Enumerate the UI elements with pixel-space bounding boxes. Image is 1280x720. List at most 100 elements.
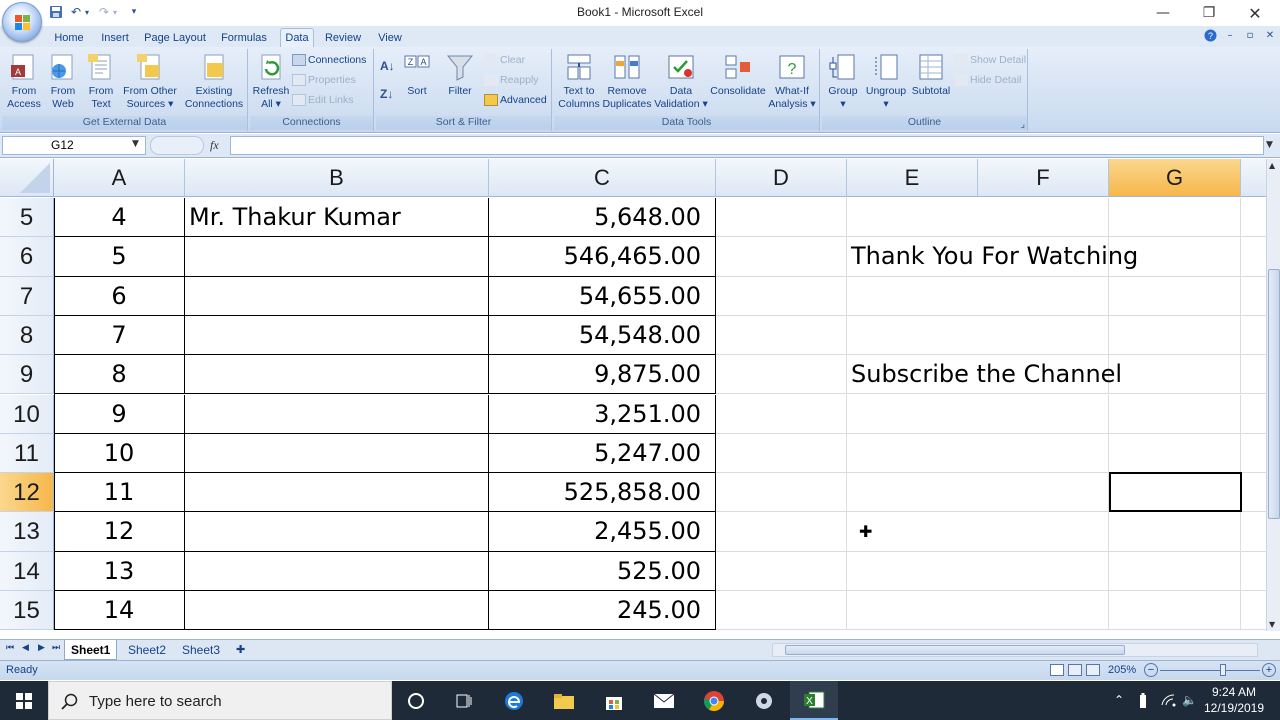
cell-e[interactable]: Subscribe the Channel [847,355,1122,395]
consolidate-button[interactable]: Consolidate [708,51,768,98]
row-header[interactable]: 7 [0,276,54,316]
tab-review[interactable]: Review [320,29,366,47]
normal-view-icon[interactable] [1050,664,1064,676]
cell-h[interactable] [1241,355,1266,395]
scroll-down-icon[interactable]: ▼ [1269,620,1275,629]
cell-f[interactable] [978,433,1109,474]
last-sheet-icon[interactable]: ⏭ [52,643,60,653]
taskbar-search-box[interactable]: Type here to search [48,681,392,720]
cell-e[interactable] [847,552,978,591]
cell-b[interactable]: Mr. Thakur Kumar [185,198,489,238]
cell-g[interactable] [1109,512,1241,552]
zoom-level[interactable]: 205% [1108,664,1136,676]
chrome-icon[interactable] [690,681,738,720]
cell-h[interactable] [1241,277,1266,316]
row-header[interactable]: 8 [0,315,54,356]
cell-b[interactable] [185,315,489,356]
store-icon[interactable] [590,681,638,720]
column-header-b[interactable]: B [185,159,489,197]
cell-c[interactable]: 54,655.00 [489,276,716,316]
ribbon-close-icon[interactable]: ✕ [1262,28,1278,42]
row-header[interactable]: 5 [0,198,54,238]
data-validation-button[interactable]: Data Validation ▾ [654,51,708,111]
name-box-dropdown-icon[interactable]: ▼ [132,139,139,149]
zoom-in-icon[interactable]: + [1262,663,1276,677]
cell-h[interactable] [1241,395,1266,434]
prev-sheet-icon[interactable]: ◀ [22,643,29,653]
existing-connections-button[interactable]: Existing Connections [182,51,246,111]
zoom-slider-track[interactable] [1160,670,1260,671]
row-header[interactable]: 14 [0,551,54,591]
cell-b[interactable] [185,512,489,552]
sort-z-a-icon[interactable]: Z↓ [380,85,393,103]
battery-icon[interactable] [1138,693,1148,712]
formula-bar-handle[interactable] [150,136,204,155]
cell-e[interactable] [847,473,978,513]
excel-taskbar-icon[interactable]: X [790,681,838,720]
volume-icon[interactable]: 🔈 [1182,693,1197,707]
cell-b[interactable] [185,591,489,631]
cell-g[interactable] [1109,394,1241,434]
from-other-sources-button[interactable]: From Other Sources ▾ [120,51,180,111]
cell-e[interactable]: Thank You For Watching [847,237,1138,277]
ribbon-minimize-icon[interactable]: – [1222,28,1238,42]
cell-e[interactable] [847,316,978,356]
cell-d[interactable] [716,355,847,395]
cell-d[interactable] [716,315,847,356]
first-sheet-icon[interactable]: ⏮ [6,643,14,653]
row-header[interactable]: 10 [0,394,54,434]
column-header-h-partial[interactable] [1241,159,1266,197]
from-text-button[interactable]: From Text [82,51,120,111]
cell-f[interactable] [978,394,1109,434]
remove-duplicates-button[interactable]: Remove Duplicates [602,51,652,111]
next-sheet-icon[interactable]: ▶ [38,643,45,653]
cell-c[interactable]: 5,247.00 [489,433,716,474]
cell-d[interactable] [716,276,847,316]
formula-input[interactable] [230,136,1264,155]
cell-d[interactable] [716,433,847,474]
cortana-icon[interactable] [392,681,440,720]
row-header[interactable]: 9 [0,355,54,395]
office-button[interactable] [2,2,42,42]
cell-h[interactable] [1241,316,1266,356]
sheet-tab-sheet1[interactable]: Sheet1 [64,640,118,660]
cell-g[interactable] [1109,433,1241,474]
edge-browser-icon[interactable] [490,681,538,720]
row-header[interactable]: 6 [0,237,54,277]
insert-function-icon[interactable]: fx [210,138,219,153]
mail-icon[interactable] [640,681,688,720]
cell-c[interactable]: 2,455.00 [489,512,716,552]
row-header[interactable]: 12 [0,473,54,513]
cell-a[interactable]: 6 [54,276,185,316]
close-icon[interactable]: ✕ [1232,0,1278,26]
cell-c[interactable]: 3,251.00 [489,394,716,434]
column-header-e[interactable]: E [847,159,978,197]
cell-f[interactable] [978,551,1109,591]
tab-view[interactable]: View [372,29,408,47]
filter-button[interactable]: Filter [442,51,478,98]
sheet-tab-sheet2[interactable]: Sheet2 [122,640,172,660]
cell-c[interactable]: 546,465.00 [489,237,716,277]
cell-g[interactable] [1109,551,1241,591]
column-header-a[interactable]: A [54,159,185,197]
sheet-tab-sheet3[interactable]: Sheet3 [176,640,226,660]
horizontal-scrollbar[interactable] [772,643,1258,657]
text-to-columns-button[interactable]: Text to Columns [556,51,602,111]
cell-b[interactable] [185,433,489,474]
windows-start-icon[interactable] [0,681,48,720]
tab-data[interactable]: Data [280,28,314,47]
vertical-scrollbar[interactable]: ▲ ▼ [1266,159,1280,631]
cell-d[interactable] [716,591,847,631]
cell-a[interactable]: 4 [54,198,185,238]
cell-a[interactable]: 12 [54,512,185,552]
cell-c[interactable]: 9,875.00 [489,355,716,395]
cell-e[interactable] [847,277,978,316]
taskbar-clock[interactable]: 9:24 AM 12/19/2019 [1198,684,1270,716]
cell-f[interactable] [978,512,1109,552]
column-header-c[interactable]: C [489,159,716,197]
cell-h[interactable] [1241,552,1266,591]
cell-d[interactable] [716,551,847,591]
sort-dialog-button[interactable]: ZA Sort [402,51,432,98]
cell-h[interactable] [1241,512,1266,552]
cell-g[interactable] [1109,355,1241,395]
